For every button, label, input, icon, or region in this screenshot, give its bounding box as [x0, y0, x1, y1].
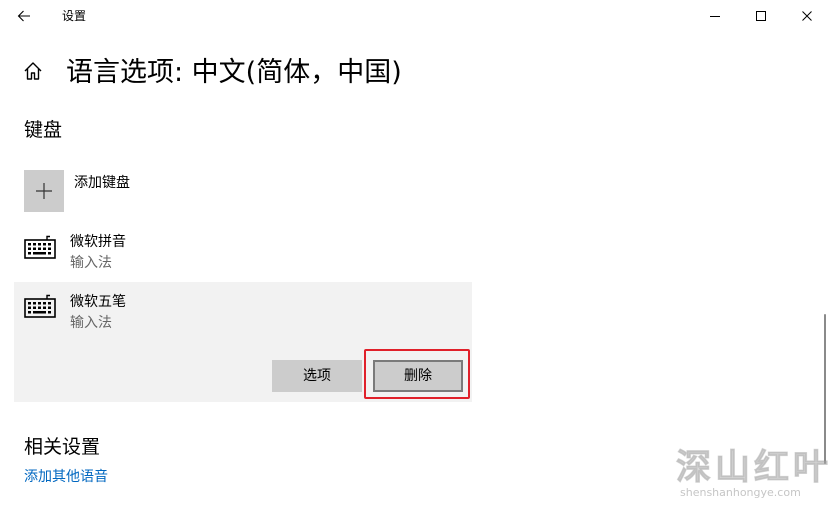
watermark-url: shenshanhongye.com: [680, 486, 801, 499]
minimize-icon: [710, 16, 720, 17]
home-icon: [24, 62, 42, 80]
scrollbar[interactable]: [824, 314, 826, 464]
options-button[interactable]: 选项: [272, 360, 362, 392]
keyboard-icon: [24, 235, 56, 259]
delete-button[interactable]: 删除: [373, 360, 463, 392]
page-title: 语言选项: 中文(简体，中国): [66, 57, 402, 88]
add-keyboard-label: 添加键盘: [74, 175, 130, 191]
keyboard-item-type: 输入法: [70, 255, 112, 271]
keyboard-section-title: 键盘: [24, 119, 63, 141]
close-button[interactable]: [784, 0, 830, 32]
keyboard-item-pinyin[interactable]: 微软拼音 输入法: [14, 225, 472, 279]
add-keyboard-button[interactable]: 添加键盘: [24, 170, 284, 214]
keyboard-icon: [24, 294, 56, 318]
arrow-left-icon: [17, 10, 30, 22]
minimize-button[interactable]: [692, 0, 738, 32]
close-icon: [802, 11, 812, 21]
home-button[interactable]: [22, 60, 46, 84]
keyboard-item-name: 微软拼音: [70, 234, 126, 250]
keyboard-item-type: 输入法: [70, 315, 112, 331]
watermark-logo: 深山红叶: [675, 448, 830, 489]
maximize-button[interactable]: [738, 0, 784, 32]
maximize-icon: [756, 11, 766, 21]
related-settings-title: 相关设置: [24, 436, 101, 458]
keyboard-item-name: 微软五笔: [70, 294, 126, 310]
keyboard-item-wubi[interactable]: 微软五笔 输入法 选项 删除: [14, 282, 472, 402]
add-keyboard-tile: [24, 170, 64, 212]
app-title: 设置: [62, 9, 87, 23]
plus-icon: [36, 183, 52, 199]
add-language-link[interactable]: 添加其他语音: [24, 467, 108, 487]
back-button[interactable]: [8, 4, 40, 28]
